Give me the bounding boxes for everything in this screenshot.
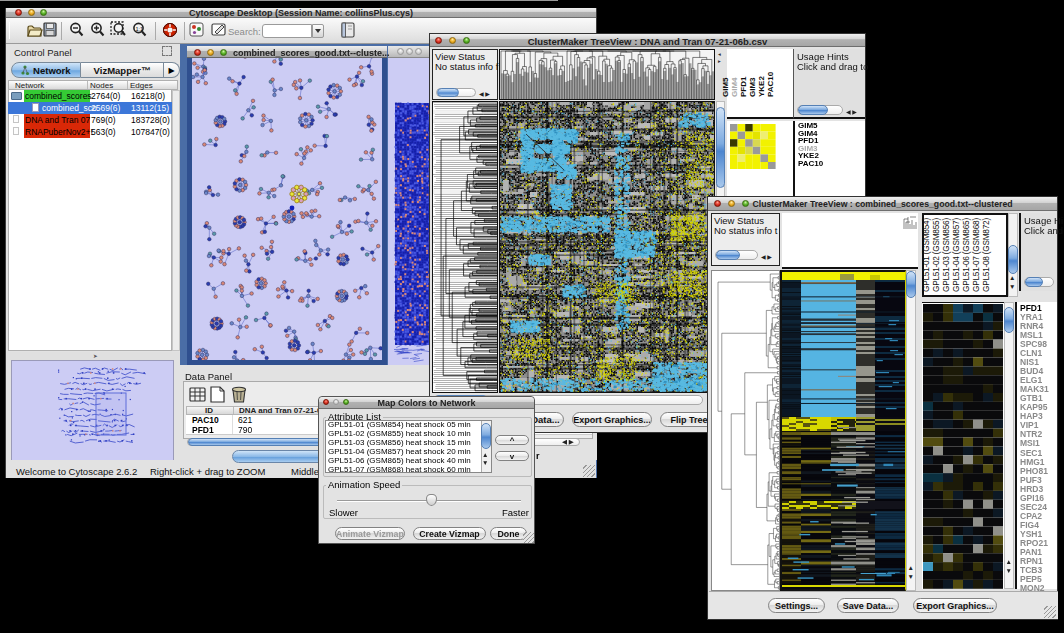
svg-text:1:1: 1:1 bbox=[136, 26, 144, 32]
